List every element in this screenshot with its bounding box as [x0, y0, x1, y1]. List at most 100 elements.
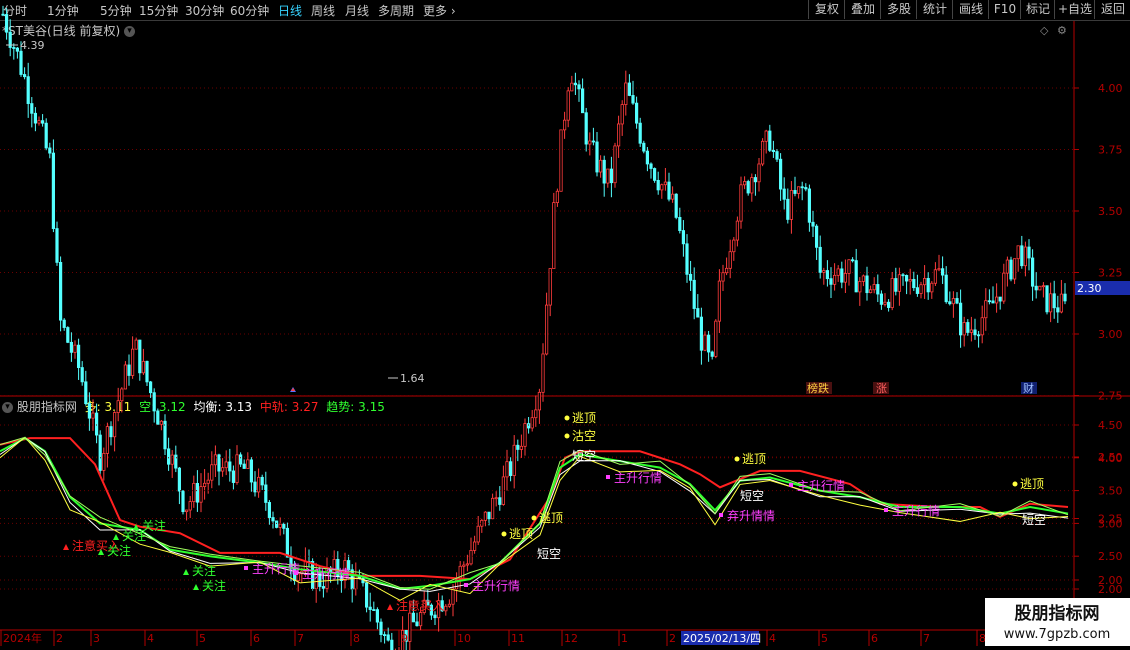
period-tab-15min[interactable]: 15分钟 — [139, 2, 178, 19]
candle-body — [584, 112, 588, 145]
candle-body — [609, 168, 614, 184]
period-tab-timeshare[interactable]: 分时 — [3, 2, 27, 19]
candle-body — [915, 287, 920, 294]
candle-body — [797, 186, 801, 194]
restore-right-button[interactable]: 复权 — [808, 0, 845, 19]
chart-canvas: 4.00 3.75 3.50 3.25 3.00 2.75 2.50 2.25 2.00 4.3… — [0, 5, 1130, 650]
annotation-triangle-icon — [193, 584, 199, 590]
add-watchlist-button[interactable]: +自选 — [1054, 0, 1095, 19]
candle-body — [206, 479, 210, 484]
multi-stock-button[interactable]: 多股 — [880, 0, 917, 19]
candle-body — [818, 246, 822, 273]
candle-body — [105, 426, 109, 454]
candle-body — [386, 634, 390, 641]
period-tab-weekly[interactable]: 周线 — [311, 2, 335, 19]
indicator-annotation: 关注 — [192, 563, 216, 578]
candle-body — [202, 482, 207, 487]
candle-body — [422, 599, 426, 613]
candle-body — [314, 571, 318, 589]
candle-body — [908, 279, 912, 282]
candle-body — [552, 202, 556, 269]
chevron-down-icon[interactable]: ▾ — [123, 26, 135, 37]
indicator-annotation: 关注 — [142, 518, 166, 533]
candle-body — [829, 278, 833, 285]
period-tab-monthly[interactable]: 月线 — [345, 2, 369, 19]
indicator-annotation: 注意买入 — [72, 538, 120, 553]
chevron-right-icon: › — [450, 4, 456, 18]
candle-body — [498, 497, 502, 505]
indicator-annotation: 主升行情 — [302, 567, 350, 581]
candle-body — [563, 119, 567, 131]
current-price-value: 2.30 — [1077, 282, 1102, 295]
f10-button[interactable]: F10 — [988, 0, 1021, 19]
annotation-triangle-icon — [98, 549, 104, 555]
candle-body — [361, 577, 365, 584]
candle-body — [869, 289, 873, 294]
statistics-button[interactable]: 统计 — [916, 0, 953, 19]
candle-body — [843, 272, 848, 283]
candle-body — [102, 452, 106, 471]
period-tab-30min[interactable]: 30分钟 — [185, 2, 224, 19]
event-label-3: 财 — [1023, 381, 1034, 395]
zhonggui-value: 中轨: 3.27 — [259, 400, 319, 414]
period-tab-more[interactable]: 更多 › — [423, 2, 456, 19]
candle-body — [933, 269, 938, 284]
back-button[interactable]: 返回 — [1094, 0, 1130, 19]
candle-body — [696, 308, 700, 318]
period-tab-multi[interactable]: 多周期 — [378, 2, 414, 19]
candle-body — [300, 570, 304, 575]
candle-body — [728, 251, 732, 269]
candle-body — [631, 95, 635, 104]
candle-body — [746, 181, 750, 194]
indicator-annotation: 注意买入 — [396, 598, 444, 613]
diamond-icon: ◇ — [1040, 24, 1049, 37]
candle-body — [879, 293, 884, 305]
main-chart-title[interactable]: *ST美谷(日线 前复权) ▾ — [2, 22, 135, 39]
candle-body — [400, 630, 405, 650]
candle-body — [955, 298, 959, 304]
candle-body — [516, 444, 520, 450]
candle-body — [343, 560, 347, 581]
candle-body — [501, 476, 506, 505]
candle-body — [483, 511, 488, 521]
candle-body — [638, 122, 642, 144]
chevron-down-icon[interactable]: ▾ — [2, 402, 13, 413]
candle-body — [984, 300, 988, 319]
candle-body — [595, 141, 599, 173]
period-tab-5min[interactable]: 5分钟 — [100, 2, 132, 19]
kong-value: 空: 3.12 — [139, 400, 186, 414]
annotation-square-icon — [294, 571, 298, 575]
time-tick-label: 11 — [511, 632, 525, 645]
duo-line — [0, 436, 1069, 601]
candle-body — [919, 284, 923, 294]
candle-body — [350, 569, 354, 590]
candle-body — [487, 511, 491, 520]
event-badge-3 — [1021, 382, 1037, 394]
candle-body — [145, 360, 149, 383]
qushi-line — [0, 436, 1069, 591]
candle-body — [458, 565, 462, 581]
period-tab-60min[interactable]: 60分钟 — [230, 2, 269, 19]
candle-body — [872, 284, 876, 291]
candle-body — [451, 588, 455, 605]
candle-body — [689, 273, 693, 281]
draw-line-button[interactable]: 画线 — [952, 0, 989, 19]
candle-body — [379, 621, 383, 635]
candle-body — [534, 409, 538, 419]
mark-button[interactable]: 标记 — [1020, 0, 1055, 19]
candlesticks — [1, 5, 1067, 650]
candle-body — [1056, 307, 1060, 313]
candle-body — [1052, 293, 1056, 309]
junheng-line — [0, 436, 1069, 592]
candle-body — [923, 278, 927, 286]
main-tick-label: 4.00 — [1098, 82, 1123, 95]
period-tab-daily[interactable]: 日线 — [278, 2, 302, 19]
indicator-name[interactable]: 股朋指标网 — [17, 400, 77, 414]
candle-body — [966, 322, 970, 333]
candle-body — [372, 609, 376, 611]
candle-body — [739, 184, 743, 222]
overlay-button[interactable]: 叠加 — [844, 0, 881, 19]
candle-body — [969, 329, 974, 333]
candle-body — [228, 461, 232, 472]
period-tab-1min[interactable]: 1分钟 — [47, 2, 79, 19]
